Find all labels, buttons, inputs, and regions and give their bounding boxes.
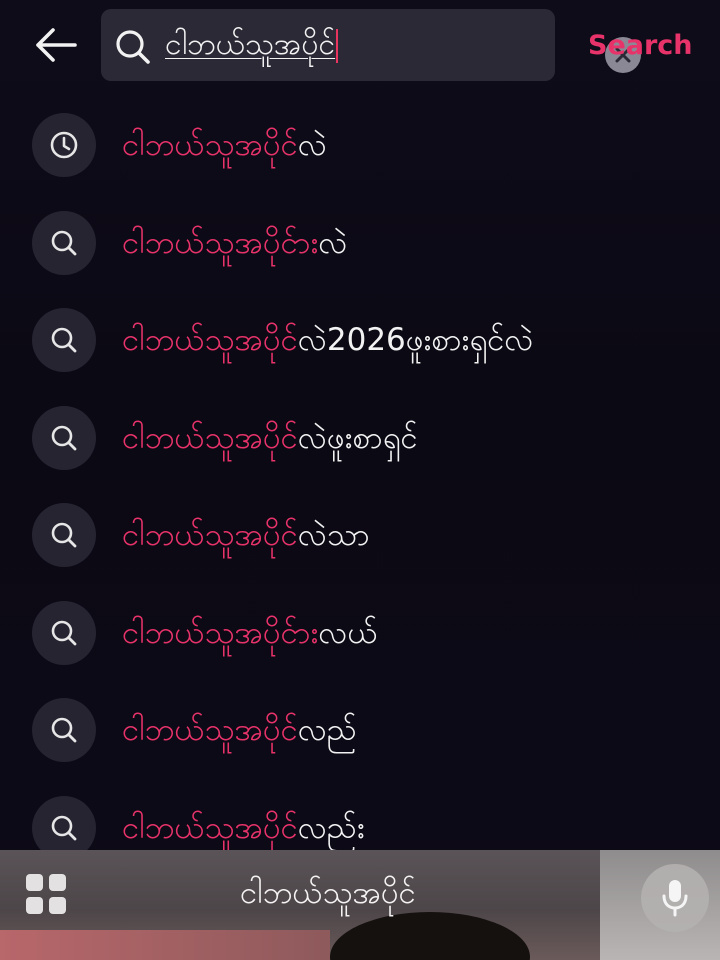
suggestion-text: ငါဘယ်သူအပိုင်လည် bbox=[122, 707, 357, 753]
suggestion-match: ငါဘယ်သူအပိုင် bbox=[122, 809, 298, 846]
suggestion-rest: လဲ bbox=[297, 127, 327, 163]
suggestion-text: ငါဘယ်သူအပိုင်ားလယ် bbox=[122, 610, 378, 656]
background-video-frame bbox=[0, 930, 330, 960]
search-input-value: ငါဘယ်သူအပိုင် bbox=[165, 27, 336, 62]
suggestion-item[interactable]: ငါဘယ်သူအပိုင်လဲ2026ဖူးစားရှင်လဲ bbox=[0, 291, 720, 389]
bottom-search-bar: ငါဘယ်သူအပိုင် bbox=[0, 850, 720, 960]
search-header: ငါဘယ်သူအပိုင် Search bbox=[0, 0, 720, 95]
suggestion-item[interactable]: ငါဘယ်သူအပိုင်လဲဖူးစာရှင် bbox=[0, 389, 720, 487]
search-input[interactable]: ငါဘယ်သူအပိုင် bbox=[165, 25, 339, 65]
search-box[interactable]: ငါဘယ်သူအပိုင် bbox=[101, 9, 641, 81]
search-icon bbox=[32, 210, 96, 275]
search-icon bbox=[32, 308, 96, 372]
bottom-search-text[interactable]: ငါဘယ်သူအပိုင် bbox=[240, 870, 416, 916]
search-icon bbox=[113, 27, 153, 67]
suggestion-match: ငါဘယ်သူအပိုင် bbox=[122, 419, 298, 456]
suggestion-match: ငါဘယ်သူအပိုင် bbox=[122, 517, 298, 553]
suggestion-match: ငါဘယ်သူအပိုင် bbox=[122, 614, 319, 651]
search-screen: ငါဘယ်သူအပိုင် Search ငါဘယ်သူအပိုင်လဲ ငါဘ… bbox=[0, 0, 720, 960]
back-button[interactable] bbox=[30, 22, 80, 68]
suggestion-rest: လည်း bbox=[297, 809, 365, 846]
background-video-figure bbox=[330, 912, 530, 960]
suggestion-text: ငါဘယ်သူအပိုင်လည်း bbox=[122, 805, 365, 851]
suggestion-text: ငါဘယ်သူအပိုင်လဲသာ bbox=[122, 512, 370, 558]
microphone-icon bbox=[662, 880, 688, 917]
suggestion-item[interactable]: ငါဘယ်သူအပိုင်ားလဲ bbox=[0, 194, 720, 292]
search-icon bbox=[32, 405, 96, 470]
suggestion-item[interactable]: ငါဘယ်သူအပိုင်လဲ bbox=[0, 96, 720, 194]
suggestion-rest: လဲသာ bbox=[297, 517, 370, 553]
suggestion-item[interactable]: ငါဘယ်သူအပိုင်ားလယ် bbox=[0, 584, 720, 682]
suggestion-text: ငါဘယ်သူအပိုင်လဲဖူးစာရှင် bbox=[122, 415, 418, 461]
suggestion-match: ငါဘယ်သူအပိုင် bbox=[122, 127, 298, 163]
suggestion-rest: လဲ2026ဖူးစားရှင်လဲ bbox=[297, 322, 534, 358]
suggestion-text: ငါဘယ်သူအပိုင်လဲ2026ဖူးစားရှင်လဲ bbox=[122, 317, 533, 363]
suggestion-rest: လည် bbox=[297, 712, 357, 748]
microphone-button[interactable] bbox=[641, 864, 709, 932]
suggestion-match: ငါဘယ်သူအပိုင် bbox=[122, 322, 298, 358]
history-clock-icon bbox=[32, 113, 96, 177]
suggestion-rest: လဲဖူးစာရှင် bbox=[297, 419, 418, 456]
suggestion-match: ငါဘယ်သူအပိုင် bbox=[122, 712, 298, 748]
suggestion-rest: ားလဲ bbox=[318, 224, 348, 261]
search-icon bbox=[32, 698, 96, 762]
text-caret bbox=[336, 28, 339, 63]
search-icon bbox=[32, 503, 96, 567]
arrow-left-icon bbox=[36, 28, 77, 62]
suggestion-rest: ားလယ် bbox=[318, 614, 378, 651]
grid-icon[interactable] bbox=[26, 874, 68, 916]
suggestion-item[interactable]: ငါဘယ်သူအပိုင်လဲသာ bbox=[0, 486, 720, 584]
search-button[interactable]: Search bbox=[588, 26, 693, 66]
suggestion-match: ငါဘယ်သူအပိုင် bbox=[122, 224, 319, 261]
suggestion-list: ငါဘယ်သူအပိုင်လဲ ငါဘယ်သူအပိုင်ားလဲ ငါဘယ်သ… bbox=[0, 96, 720, 876]
suggestion-item[interactable]: ငါဘယ်သူအပိုင်လည် bbox=[0, 681, 720, 779]
search-icon bbox=[32, 600, 96, 665]
suggestion-text: ငါဘယ်သူအပိုင်ားလဲ bbox=[122, 220, 347, 266]
suggestion-text: ငါဘယ်သူအပိုင်လဲ bbox=[122, 122, 327, 168]
